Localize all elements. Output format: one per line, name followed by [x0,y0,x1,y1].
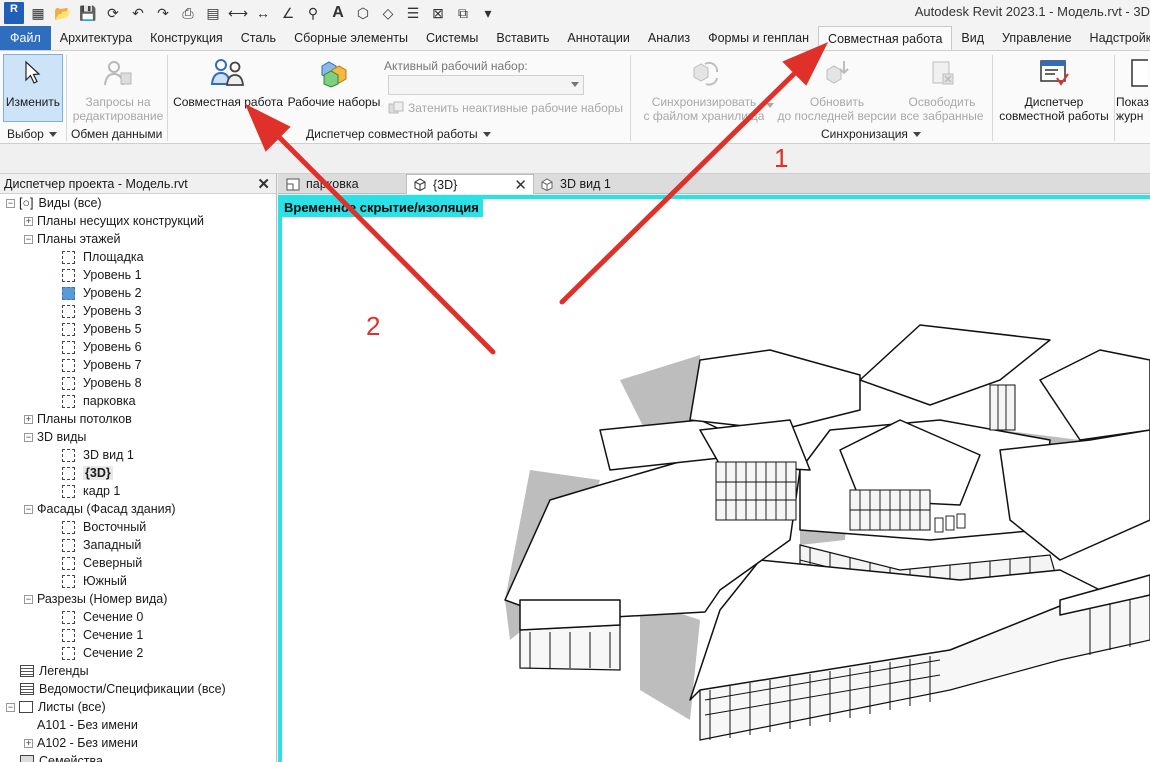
annotation-arrows [244,42,829,355]
annotation-marker-2: 2 [366,311,381,341]
annotation-marker-1: 1 [774,143,789,173]
